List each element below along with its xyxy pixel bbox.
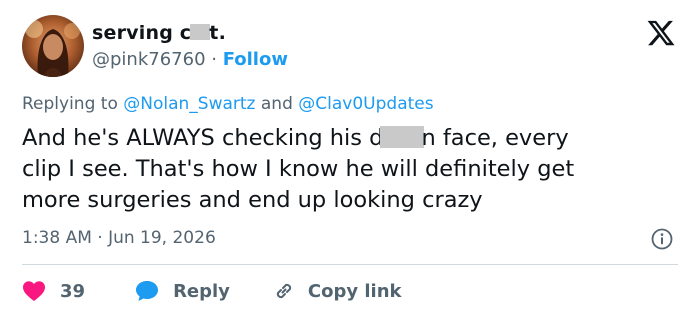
reply-context: Replying to @Nolan_Swartz and @Clav0Upda…: [22, 94, 434, 114]
tweet-line-3: more surgeries and end up looking crazy: [22, 187, 483, 213]
handle-separator: ·: [205, 49, 223, 70]
reply-conjunction: and: [255, 94, 299, 114]
tweet-line-1-start: And he's ALWAYS checking his d: [22, 125, 384, 151]
tweet-text: And he's ALWAYS checking his d n face, ev…: [22, 123, 682, 216]
mention-clav0updates[interactable]: @Clav0Updates: [298, 94, 433, 114]
handle-line: @pink76760 · Follow: [92, 49, 288, 70]
tweet-line-1-end: n face, every: [421, 125, 569, 151]
tweet-line-1: And he's ALWAYS checking his d n face, ev…: [22, 123, 682, 154]
follow-button[interactable]: Follow: [223, 49, 288, 70]
like-count: 39: [60, 280, 86, 302]
display-name-start: serving c: [92, 22, 192, 44]
reply-label: Reply: [173, 280, 230, 302]
author-handle[interactable]: @pink76760: [92, 49, 206, 70]
display-name[interactable]: serving c t.: [92, 22, 226, 44]
display-name-end: t.: [209, 22, 226, 44]
censor-bar: [190, 24, 211, 40]
like-button[interactable]: 39: [22, 280, 85, 302]
mention-nolan-swartz[interactable]: @Nolan_Swartz: [123, 94, 255, 114]
link-icon: [272, 279, 296, 303]
reply-prefix: Replying to: [22, 94, 124, 114]
tweet-line-2: clip I see. That's how I know he will de…: [22, 156, 575, 182]
censor-bar: [380, 126, 425, 148]
action-bar: 39 Reply Copy link: [22, 278, 402, 304]
timestamp[interactable]: 1:38 AM · Jun 19, 2026: [22, 228, 216, 248]
copy-link-label: Copy link: [307, 280, 402, 302]
avatar[interactable]: [22, 15, 84, 77]
heart-icon: [22, 280, 46, 302]
divider: [22, 264, 678, 265]
info-icon[interactable]: [651, 228, 673, 250]
x-logo-icon[interactable]: [646, 18, 676, 48]
speech-bubble-icon: [135, 280, 159, 302]
copy-link-button[interactable]: Copy link: [260, 279, 402, 303]
reply-button[interactable]: Reply: [121, 280, 230, 302]
